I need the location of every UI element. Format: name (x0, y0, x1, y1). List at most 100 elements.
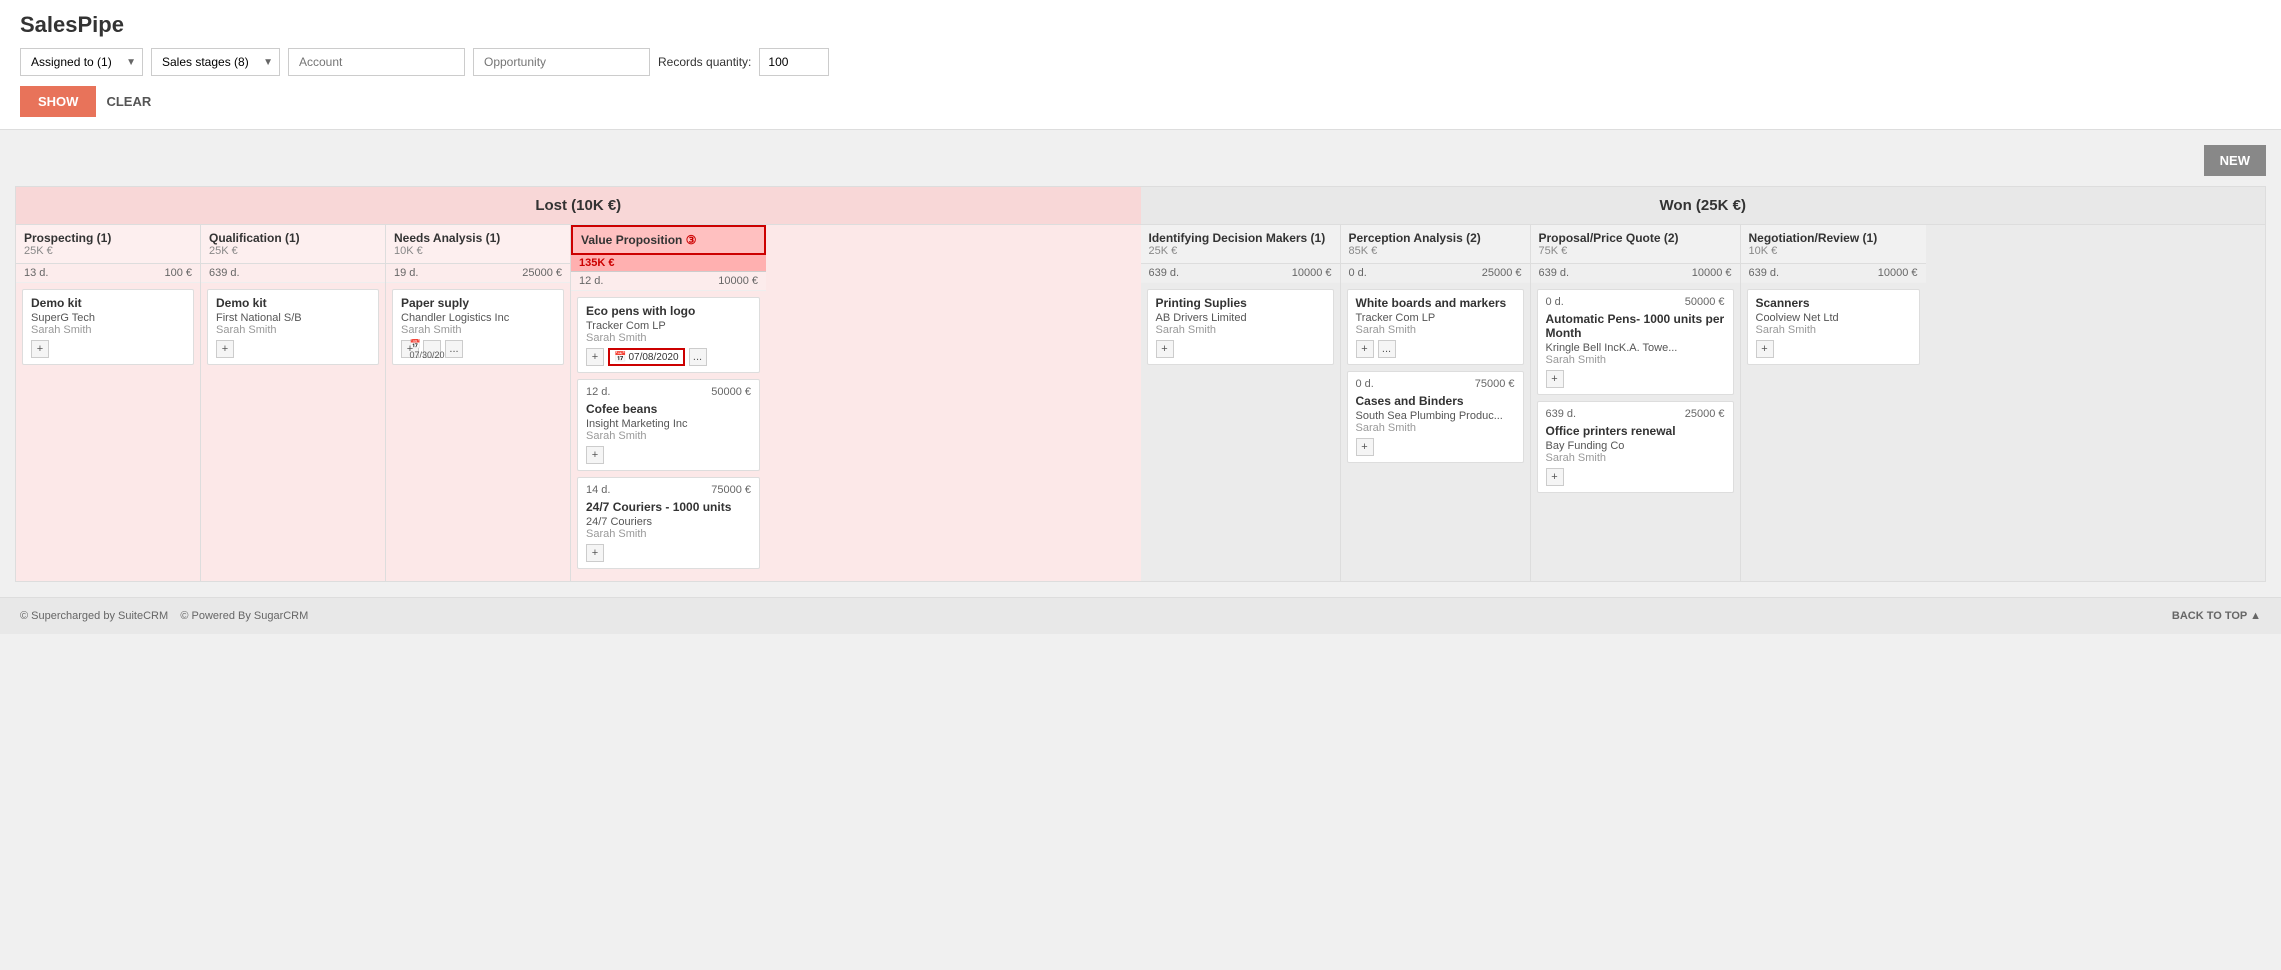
card-printing-suplies: Printing Suplies AB Drivers Limited Sara… (1147, 289, 1334, 365)
menu-button[interactable]: ... (1378, 340, 1396, 358)
calendar-icon[interactable]: 📅 07/30/2020 (423, 340, 441, 358)
card-meta: 639 d. 25000 € (1546, 408, 1725, 420)
assigned-to-dropdown[interactable]: Assigned to (1) (21, 49, 142, 75)
card-title: White boards and markers (1356, 296, 1515, 310)
card-company: Bay Funding Co (1546, 440, 1725, 452)
card-actions: + 📅 07/08/2020 ... (586, 348, 751, 366)
account-input[interactable] (288, 48, 465, 76)
col-proposal-amount: 10000 € (1692, 267, 1732, 279)
add-button[interactable]: + (586, 446, 604, 464)
col-negotiation-days: 639 d. (1749, 267, 1780, 279)
add-button[interactable]: + (1756, 340, 1774, 358)
add-button[interactable]: + (1546, 370, 1564, 388)
col-needs-analysis-title: Needs Analysis (1) (394, 231, 562, 245)
menu-button[interactable]: ... (445, 340, 463, 358)
show-button[interactable]: SHOW (20, 86, 96, 117)
sales-stages-select[interactable]: Sales stages (8) ▼ (151, 48, 280, 76)
col-proposal-title: Proposal/Price Quote (2) (1539, 231, 1732, 245)
assigned-to-select[interactable]: Assigned to (1) ▼ (20, 48, 143, 76)
lost-section: Lost (10K €) Prospecting (1) 25K € 13 d.… (16, 187, 1141, 581)
card-paper-suply: Paper suply Chandler Logistics Inc Sarah… (392, 289, 564, 365)
col-perception-subtitle: 85K € (1349, 245, 1522, 257)
col-negotiation: Negotiation/Review (1) 10K € 639 d. 1000… (1741, 225, 1926, 581)
card-actions: + (1546, 370, 1725, 388)
card-company: Kringle Bell IncK.A. Towe... (1546, 342, 1725, 354)
col-perception-meta: 0 d. 25000 € (1341, 264, 1530, 283)
card-company: Tracker Com LP (1356, 312, 1515, 324)
card-user: Sarah Smith (1356, 324, 1515, 336)
add-button[interactable]: + (216, 340, 234, 358)
add-button[interactable]: + (31, 340, 49, 358)
col-perception-header: Perception Analysis (2) 85K € (1341, 225, 1530, 264)
col-identifying-subtitle: 25K € (1149, 245, 1332, 257)
card-eco-pens: Eco pens with logo Tracker Com LP Sarah … (577, 297, 760, 373)
col-prospecting-title: Prospecting (1) (24, 231, 192, 245)
col-identifying-meta: 639 d. 10000 € (1141, 264, 1340, 283)
kanban-container: Lost (10K €) Prospecting (1) 25K € 13 d.… (15, 186, 2266, 582)
card-user: Sarah Smith (401, 324, 555, 336)
col-needs-analysis-header: Needs Analysis (1) 10K € (386, 225, 570, 264)
card-company: Insight Marketing Inc (586, 418, 751, 430)
col-proposal-meta: 639 d. 10000 € (1531, 264, 1740, 283)
card-meta: 0 d. 50000 € (1546, 296, 1725, 308)
col-qualification-days: 639 d. (209, 267, 240, 279)
records-input[interactable] (759, 48, 829, 76)
add-button[interactable]: + (586, 348, 604, 366)
col-prospecting-days: 13 d. (24, 267, 48, 279)
lost-columns: Prospecting (1) 25K € 13 d. 100 € Demo k… (16, 225, 1141, 581)
col-identifying-cards: Printing Suplies AB Drivers Limited Sara… (1141, 283, 1340, 433)
col-value-proposition-cards: Eco pens with logo Tracker Com LP Sarah … (571, 291, 766, 581)
card-company: South Sea Plumbing Produc... (1356, 410, 1515, 422)
col-identifying: Identifying Decision Makers (1) 25K € 63… (1141, 225, 1341, 581)
col-prospecting-header: Prospecting (1) 25K € (16, 225, 200, 264)
add-button[interactable]: + (1356, 340, 1374, 358)
col-identifying-title: Identifying Decision Makers (1) (1149, 231, 1332, 245)
main-content: NEW Lost (10K €) Prospecting (1) 25K € 1… (0, 130, 2281, 597)
card-company: Chandler Logistics Inc (401, 312, 555, 324)
back-to-top-button[interactable]: BACK TO TOP ▲ (2172, 610, 2261, 622)
card-actions: + (1546, 468, 1725, 486)
col-proposal-cards: 0 d. 50000 € Automatic Pens- 1000 units … (1531, 283, 1740, 505)
add-button[interactable]: + (1356, 438, 1374, 456)
new-button[interactable]: NEW (2204, 145, 2266, 176)
card-amount: 25000 € (1685, 408, 1725, 420)
won-section: Won (25K €) Identifying Decision Makers … (1141, 187, 2266, 581)
new-btn-row: NEW (15, 145, 2266, 176)
col-negotiation-subtitle: 10K € (1749, 245, 1918, 257)
card-actions: + (586, 446, 751, 464)
records-label: Records quantity: (658, 55, 751, 69)
col-needs-analysis-days: 19 d. (394, 267, 418, 279)
card-meta: 14 d. 75000 € (586, 484, 751, 496)
card-demo-kit-1: Demo kit SuperG Tech Sarah Smith + (22, 289, 194, 365)
sales-stages-dropdown[interactable]: Sales stages (8) (152, 49, 279, 75)
card-meta: 0 d. 75000 € (1356, 378, 1515, 390)
card-company: Coolview Net Ltd (1756, 312, 1911, 324)
col-needs-analysis-meta: 19 d. 25000 € (386, 264, 570, 283)
col-prospecting-subtitle: 25K € (24, 245, 192, 257)
add-button[interactable]: + (586, 544, 604, 562)
col-qualification-subtitle: 25K € (209, 245, 377, 257)
card-user: Sarah Smith (1756, 324, 1911, 336)
card-title: Cases and Binders (1356, 394, 1515, 408)
card-title: Automatic Pens- 1000 units per Month (1546, 312, 1725, 340)
col-needs-analysis-subtitle: 10K € (394, 245, 562, 257)
card-title: Office printers renewal (1546, 424, 1725, 438)
card-days: 0 d. (1546, 296, 1564, 308)
opportunity-input[interactable] (473, 48, 650, 76)
top-bar: SalesPipe Assigned to (1) ▼ Sales stages… (0, 0, 2281, 130)
card-actions: + (1356, 438, 1515, 456)
lost-section-header: Lost (10K €) (16, 187, 1141, 225)
col-needs-analysis-cards: Paper suply Chandler Logistics Inc Sarah… (386, 283, 570, 433)
card-office-printers: 639 d. 25000 € Office printers renewal B… (1537, 401, 1734, 493)
menu-button[interactable]: ... (689, 348, 707, 366)
add-button[interactable]: + (1156, 340, 1174, 358)
card-actions: + (586, 544, 751, 562)
card-days: 12 d. (586, 386, 610, 398)
footer: © Supercharged by SuiteCRM © Powered By … (0, 597, 2281, 634)
col-qualification-cards: Demo kit First National S/B Sarah Smith … (201, 283, 385, 433)
footer-text-2: © Powered By SugarCRM (180, 610, 308, 622)
clear-button[interactable]: CLEAR (106, 94, 151, 109)
card-scanners: Scanners Coolview Net Ltd Sarah Smith + (1747, 289, 1920, 365)
col-prospecting-cards: Demo kit SuperG Tech Sarah Smith + (16, 283, 200, 433)
add-button[interactable]: + (1546, 468, 1564, 486)
